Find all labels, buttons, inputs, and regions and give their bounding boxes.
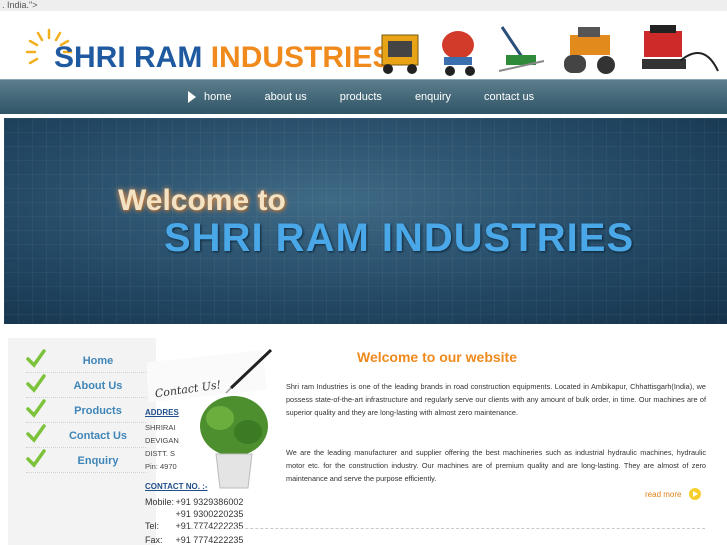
phone-row: Fax: +91 7774222235 [145,535,243,545]
nav-about-us-label: about us [264,91,307,103]
potted-plant-image [200,396,268,489]
phone-value: +91 9300220235 [175,509,244,519]
contact-info-panel: Contact Us! ADDRES SHRIRAI DEVIGAN DISTT… [140,348,278,545]
sidebar-item-label: Home [82,355,114,367]
nav-home[interactable]: home [188,91,232,103]
intro-paragraph: Shri ram Industries is one of the leadin… [286,382,706,417]
checkmark-icon [26,374,46,393]
arrow-circle-icon [689,488,702,500]
stray-markup-text: . India."> [0,0,727,11]
sidebar-item-label: About Us [73,380,123,392]
hero-banner: Welcome to SHRI RAM INDUSTRIES [4,118,727,324]
nav-about-us[interactable]: about us [265,91,307,103]
services-paragraph: We are the leading manufacturer and supp… [286,448,706,483]
nav-contact-us[interactable]: contact us [484,91,534,103]
phone-value: +91 7774222235 [175,521,244,531]
checkmark-icon [26,399,46,418]
sidebar-item-label: Contact Us [68,430,128,442]
logo-text-primary: SHRI RAM [54,41,203,74]
sidebar-item-home[interactable]: Home [26,349,146,373]
nav-contact-us-label: contact us [484,91,535,103]
nav-products-label: products [339,91,382,103]
checkmark-icon [26,449,46,468]
nav-home-label: home [204,91,232,103]
phone-value: +91 7774222235 [175,535,244,545]
sidebar-item-products[interactable]: Products [26,399,146,423]
nav-enquiry[interactable]: enquiry [415,91,451,103]
address-line: DISTT. S [145,449,176,458]
phone-row: Mobile: +91 9329386002 [145,497,243,507]
address-label: ADDRES [145,408,179,417]
sidebar-item-enquiry[interactable]: Enquiry [26,449,146,473]
checkmark-icon [26,424,46,443]
nav-enquiry-label: enquiry [414,91,452,103]
sidebar-item-label: Enquiry [77,455,119,467]
checkmark-icon [26,349,46,368]
banner-welcome-text: Welcome to [118,184,286,217]
divider [185,528,705,529]
road-roller-image [564,27,615,74]
welcome-heading: Welcome to our website [357,349,517,365]
machinery-images [381,25,719,76]
mower-machine-image [498,26,545,72]
phone-value: +91 9329386002 [175,497,244,507]
site-logo[interactable]: SHRI RAM INDUSTRIES [24,27,392,75]
sidebar-item-about-us[interactable]: About Us [26,374,146,398]
main-navigation: home about us products enquiry contact u… [0,79,727,114]
nav-products[interactable]: products [340,91,382,103]
read-more-link[interactable]: read more [645,488,702,500]
phone-key: Tel: [145,521,160,531]
site-header: SHRI RAM INDUSTRIES [0,11,727,79]
logo-text: SHRI RAM INDUSTRIES [54,41,392,75]
address-line: Pin: 4970 [145,462,177,471]
sidebar-menu: Home About Us Products Contact Us Enquir… [8,338,156,545]
phone-row: +91 9300220235 [145,509,244,519]
crusher-machine-image [381,34,419,74]
sidebar-item-label: Products [74,405,122,417]
read-more-label: read more [645,489,682,499]
logo-text-secondary: INDUSTRIES [210,41,393,74]
phone-key: Fax: [145,535,163,545]
phone-key: Mobile: [145,497,175,507]
contact-number-label: CONTACT NO. :- [145,482,208,491]
address-line: SHRIRAI [145,423,176,432]
phone-row: Tel: +91 7774222235 [145,521,243,531]
banner-title: SHRI RAM INDUSTRIES [164,216,635,260]
concrete-mixer-image [442,31,475,76]
sidebar-item-contact-us[interactable]: Contact Us [26,424,146,448]
compactor-machine-image [642,25,719,72]
address-line: DEVIGAN [145,436,179,445]
arrow-right-icon [188,91,196,103]
